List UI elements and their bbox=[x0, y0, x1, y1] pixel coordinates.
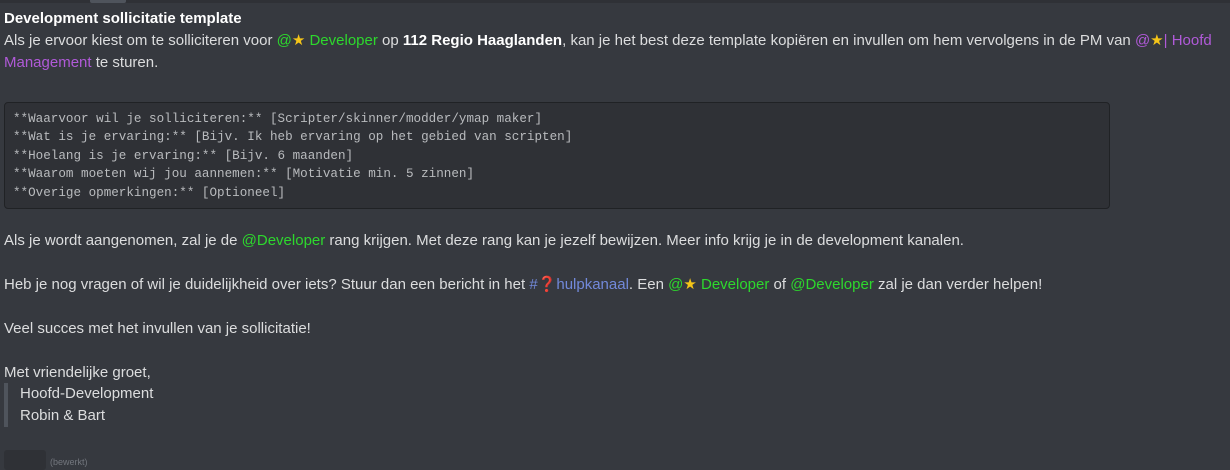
top-remnant bbox=[90, 0, 126, 3]
mention-prefix: @ bbox=[276, 32, 292, 49]
intro-text-2: op bbox=[377, 32, 403, 49]
signature-line: Hoofd-Development bbox=[20, 385, 154, 402]
mention-label: | Hoofd bbox=[1163, 32, 1212, 49]
mention-prefix: @ bbox=[1134, 32, 1151, 49]
greeting-text: Met vriendelijke groet, bbox=[4, 364, 151, 381]
mention-developer[interactable]: @Developer bbox=[242, 232, 326, 249]
channel-name: hulpkanaal bbox=[556, 276, 629, 293]
location-name: 112 Regio Haaglanden bbox=[402, 32, 563, 49]
code-line: **Overige opmerkingen:** [Optioneel] bbox=[13, 185, 286, 200]
code-line: **Hoelang is je ervaring:** [Bijv. 6 maa… bbox=[13, 148, 354, 163]
accepted-text-1: Als je wordt aangenomen, zal je de bbox=[4, 232, 242, 249]
code-line: **Waarom moeten wij jou aannemen:** [Mot… bbox=[13, 167, 475, 182]
star-icon: ★ bbox=[291, 32, 306, 49]
questions-text-4: zal je dan verder helpen! bbox=[873, 276, 1043, 293]
mention-prefix: @ bbox=[668, 276, 684, 293]
message-title: Development sollicitatie template bbox=[4, 10, 242, 27]
code-line: **Waarvoor wil je solliciteren:** [Scrip… bbox=[13, 112, 543, 126]
mention-management-role-cont[interactable]: Management bbox=[4, 54, 92, 71]
questions-text-2: . Een bbox=[628, 276, 669, 293]
intro-text-1: Als je ervoor kiest om te solliciteren v… bbox=[4, 32, 277, 49]
questions-paragraph: Heb je nog vragen of wil je duidelijkhei… bbox=[4, 274, 1042, 296]
channel-link-hulpkanaal[interactable]: #❓hulpkanaal bbox=[529, 276, 629, 293]
question-icon: ❓ bbox=[537, 276, 557, 293]
intro-text-3: , kan je het best deze template kopiëren… bbox=[562, 32, 1135, 49]
edited-label: (bewerkt) bbox=[50, 457, 88, 467]
questions-text-3: of bbox=[769, 276, 791, 293]
top-divider bbox=[0, 0, 1230, 3]
channel-hash: # bbox=[529, 276, 538, 293]
mention-developer[interactable]: @Developer bbox=[790, 276, 874, 293]
intro-line-1: Als je ervoor kiest om te solliciteren v… bbox=[4, 30, 1226, 52]
mention-developer-role[interactable]: @★ Developer bbox=[668, 276, 769, 293]
mention-label: Developer bbox=[305, 32, 378, 49]
signature-quote: Hoofd-Development Robin & Bart bbox=[4, 383, 153, 427]
accepted-paragraph: Als je wordt aangenomen, zal je de @Deve… bbox=[4, 230, 964, 252]
next-message-avatar bbox=[4, 450, 46, 470]
questions-text-1: Heb je nog vragen of wil je duidelijkhei… bbox=[4, 276, 530, 293]
message-content: Development sollicitatie template Als je… bbox=[4, 8, 1226, 74]
code-block[interactable]: **Waarvoor wil je solliciteren:** [Scrip… bbox=[4, 102, 1110, 209]
intro-line-2: Management te sturen. bbox=[4, 52, 1226, 74]
intro-text-4: te sturen. bbox=[91, 54, 159, 71]
star-icon: ★ bbox=[1150, 32, 1164, 49]
star-icon: ★ bbox=[683, 276, 697, 293]
mention-developer-role[interactable]: @★ Developer bbox=[277, 32, 378, 49]
good-luck-text: Veel succes met het invullen van je soll… bbox=[4, 320, 311, 337]
signature-line: Robin & Bart bbox=[20, 407, 106, 424]
accepted-text-2: rang krijgen. Met deze rang kan je jezel… bbox=[325, 232, 964, 249]
mention-label: Developer bbox=[696, 276, 770, 293]
code-line: **Wat is je ervaring:** [Bijv. Ik heb er… bbox=[13, 130, 573, 145]
mention-management-role[interactable]: @★| Hoofd bbox=[1135, 32, 1212, 49]
